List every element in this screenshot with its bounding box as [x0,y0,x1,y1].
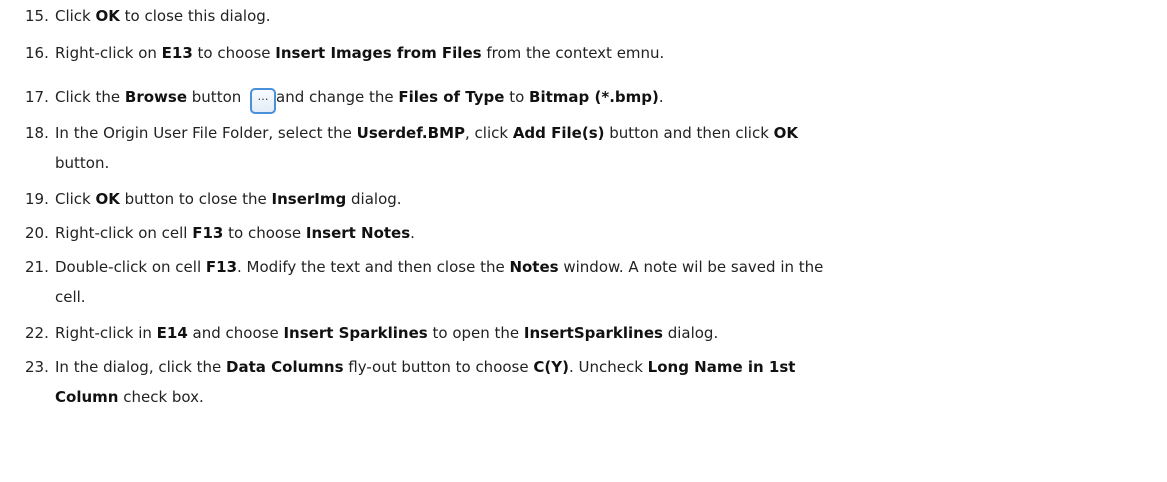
step-text: Double-click on cell F13. Modify the tex… [55,258,824,276]
step-text: cell. [55,288,86,306]
step-text: Click the Browse button … and change the … [55,83,664,120]
step-text: Right-click on E13 to choose Insert Imag… [55,44,665,62]
step-text: In the dialog, click the Data Columns fl… [55,358,796,376]
step-text: Click OK button to close the InserImg di… [55,190,402,208]
step-text: Right-click in E14 and choose Insert Spa… [55,324,719,342]
step-text: button. [55,154,110,172]
step-text: Click OK to close this dialog. [55,7,271,25]
browse-button-icon: … [250,88,277,114]
step-text: In the Origin User File Folder, select t… [55,124,799,142]
step-text: Right-click on cell F13 to choose Insert… [55,224,415,242]
step-text: Column check box. [55,388,204,406]
